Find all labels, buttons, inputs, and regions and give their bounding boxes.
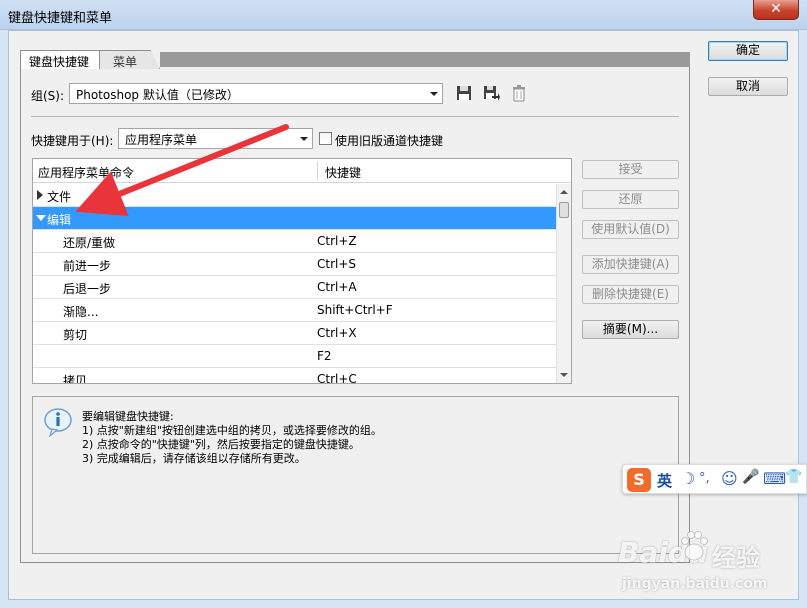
summarize-button[interactable]: 摘要(M)... (582, 320, 679, 339)
table-row[interactable]: 还原/重做 Ctrl+Z (33, 230, 556, 253)
scroll-thumb[interactable] (559, 202, 569, 218)
row-command: 还原/重做 (63, 236, 116, 250)
table-row[interactable]: 剪切 Ctrl+X (33, 322, 556, 345)
save-set-as-icon[interactable] (482, 84, 500, 102)
delete-set-icon[interactable] (510, 84, 528, 102)
row-shortcut[interactable]: Shift+Ctrl+F (317, 303, 393, 317)
set-label: 组(S): (31, 89, 65, 103)
input-mode-toggle[interactable]: 英 (657, 470, 672, 491)
skin-icon[interactable]: 👕 (785, 469, 802, 485)
ime-toolbar[interactable]: S 英 ☽ °, ☺ 🎤 ⌨ 👕 (622, 464, 807, 494)
row-shortcut[interactable]: F2 (317, 349, 332, 363)
delete-shortcut-button[interactable]: 删除快捷键(E) (582, 285, 679, 304)
legacy-channel-checkbox[interactable] (319, 132, 332, 145)
add-shortcut-button[interactable]: 添加快捷键(A) (582, 255, 679, 274)
row-command: 前进一步 (63, 259, 112, 273)
accept-button[interactable]: 接受 (582, 160, 679, 179)
shortcuts-table: 应用程序菜单命令 快捷键 文件 编辑 还原/重做 Ctrl+Z 前进一步 Ctr… (32, 158, 572, 384)
collapse-triangle-icon[interactable] (36, 215, 46, 221)
set-select[interactable]: Photoshop 默认值（已修改） (69, 83, 443, 104)
undo-button[interactable]: 还原 (582, 190, 679, 209)
cancel-button[interactable]: 取消 (708, 77, 788, 96)
tab-menus[interactable]: 菜单 (98, 50, 160, 69)
row-shortcut[interactable]: Ctrl+S (317, 257, 356, 271)
info-panel: 要编辑键盘快捷键: 1) 点按"新建组"按钮创建选中组的拷贝，或选择要修改的组。… (32, 396, 679, 554)
chevron-down-icon (430, 92, 438, 96)
window-title: 键盘快捷键和菜单 (8, 11, 113, 26)
ok-button[interactable]: 确定 (708, 41, 788, 61)
table-scrollbar[interactable] (556, 184, 571, 383)
tab-strip-background (160, 52, 690, 67)
punctuation-icon[interactable]: °, (699, 471, 710, 486)
table-row[interactable]: 文件 (33, 184, 556, 207)
row-command: 拷贝 (63, 374, 88, 384)
divider (31, 116, 679, 117)
table-row[interactable]: 编辑 (33, 207, 556, 230)
shortcuts-for-select[interactable]: 应用程序菜单 (118, 128, 313, 149)
table-row[interactable]: 拷贝 Ctrl+C (33, 368, 556, 384)
watermark-suffix: 经验 (712, 544, 760, 572)
shortcuts-for-value: 应用程序菜单 (125, 133, 198, 147)
expand-triangle-icon[interactable] (37, 190, 43, 200)
row-command: 文件 (47, 190, 72, 204)
use-default-button[interactable]: 使用默认值(D) (582, 220, 679, 239)
column-separator[interactable] (317, 162, 318, 180)
row-command: 剪切 (63, 328, 88, 342)
column-header-shortcut[interactable]: 快捷键 (325, 164, 361, 181)
set-select-value: Photoshop 默认值（已修改） (76, 88, 239, 102)
close-icon: ✕ (770, 1, 782, 17)
row-command: 后退一步 (63, 282, 112, 296)
microphone-icon[interactable]: 🎤 (742, 469, 759, 485)
baidu-paw-icon (681, 531, 708, 561)
moon-icon[interactable]: ☽ (681, 469, 695, 488)
row-command: 编辑 (47, 213, 72, 227)
table-row[interactable]: 渐隐... Shift+Ctrl+F (33, 299, 556, 322)
watermark-url: jingyan.baidu.com (622, 576, 768, 592)
info-icon (44, 408, 72, 437)
tab-keyboard-shortcuts[interactable]: 键盘快捷键 (20, 50, 100, 69)
table-row[interactable]: F2 (33, 345, 556, 368)
close-button[interactable]: ✕ (753, 0, 799, 20)
table-row[interactable]: 前进一步 Ctrl+S (33, 253, 556, 276)
column-header-command[interactable]: 应用程序菜单命令 (38, 164, 134, 181)
row-shortcut[interactable]: Ctrl+A (317, 280, 357, 294)
scroll-up-icon[interactable] (560, 190, 568, 194)
row-shortcut[interactable]: Ctrl+X (317, 326, 357, 340)
info-line: 3) 完成编辑后，请存储该组以存储所有更改。 (82, 452, 306, 465)
title-bar: 键盘快捷键和菜单 ✕ (0, 0, 807, 30)
chevron-down-icon (300, 137, 308, 141)
emoji-icon[interactable]: ☺ (721, 469, 738, 488)
row-shortcut[interactable]: Ctrl+C (317, 372, 357, 383)
row-command: 渐隐... (63, 305, 99, 319)
scroll-down-icon[interactable] (560, 373, 568, 377)
sogou-logo[interactable]: S (627, 468, 651, 492)
table-header: 应用程序菜单命令 快捷键 (33, 159, 571, 183)
row-shortcut[interactable]: Ctrl+Z (317, 234, 357, 248)
keyboard-icon[interactable]: ⌨ (763, 469, 786, 488)
legacy-channel-label: 使用旧版通道快捷键 (335, 134, 444, 148)
shortcuts-for-label: 快捷键用于(H): (31, 134, 114, 148)
table-row[interactable]: 后退一步 Ctrl+A (33, 276, 556, 299)
save-set-icon[interactable] (455, 84, 473, 102)
